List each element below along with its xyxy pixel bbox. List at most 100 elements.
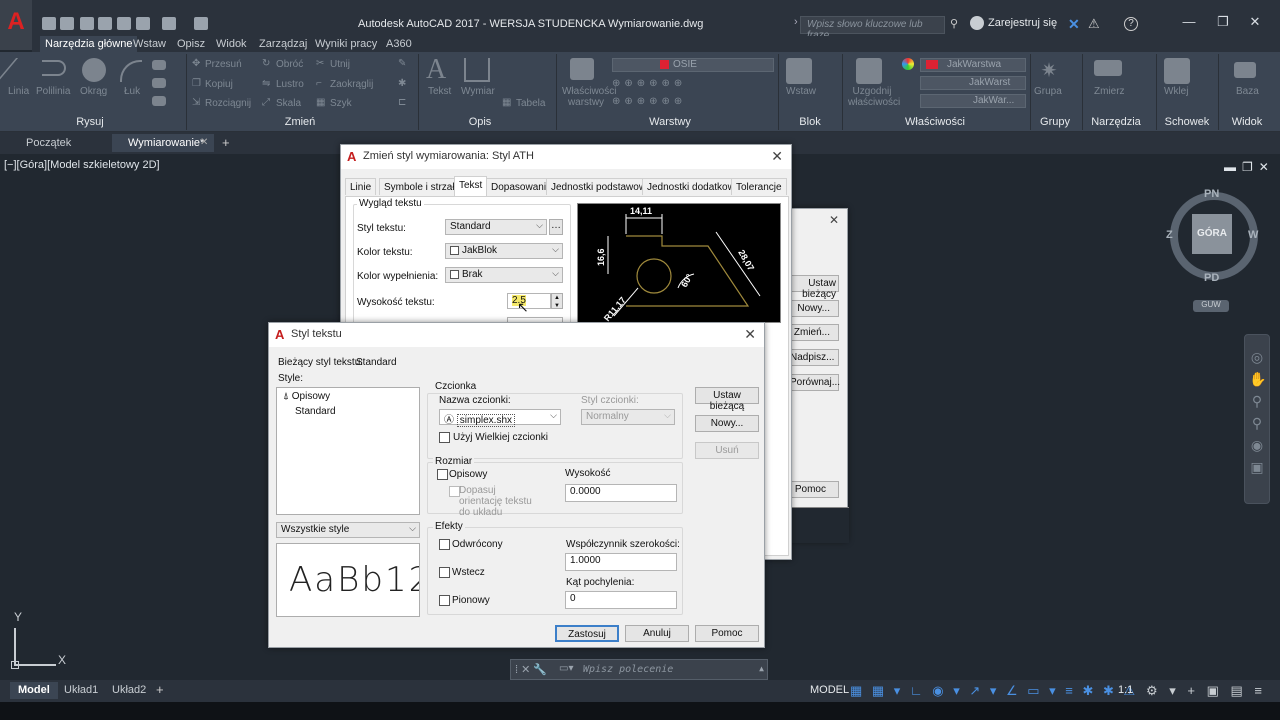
new-button[interactable]: Nowy... [789, 300, 839, 317]
tab-output[interactable]: Wyniki pracy [310, 36, 382, 52]
tab-layout1[interactable]: Układ1 [56, 682, 106, 699]
command-history-icon[interactable]: ▲ [759, 664, 764, 673]
copy-button[interactable]: Kopiuj [205, 79, 233, 90]
layer-tools-icon[interactable]: ⊕⊕⊕⊕⊕⊕ [612, 78, 686, 89]
text-style-combo[interactable]: Standard ⌵ [445, 219, 547, 235]
boundary-icon[interactable] [152, 96, 166, 106]
panel-utilities[interactable]: Narzędzia [1086, 116, 1146, 130]
tab-annotate[interactable]: Opisz [172, 36, 210, 52]
rotate-button[interactable]: Obróć [276, 59, 303, 70]
set-current-button[interactable]: Ustaw bieżącą [695, 387, 759, 412]
status-tools-icon[interactable]: ⚙ ▾ + ▣ ▤ ≡ [1146, 683, 1266, 699]
backwards-checkbox[interactable] [439, 567, 450, 578]
panel-view[interactable]: Widok [1220, 116, 1274, 130]
fillet-icon[interactable]: ⌐ [316, 78, 322, 89]
binoculars-icon[interactable]: ⚲ [950, 17, 964, 30]
linetype-dropdown[interactable]: JakWarst [920, 76, 1026, 90]
command-line-tools-icon[interactable]: ⁞ ✕ 🔧 [515, 663, 547, 676]
scale-button[interactable]: Skala [276, 98, 301, 109]
tab-layout2[interactable]: Układ2 [104, 682, 154, 699]
tab-start[interactable]: Początek [10, 134, 87, 152]
modify-button[interactable]: Zmień... [789, 324, 839, 341]
hatch-icon[interactable] [152, 78, 166, 88]
font-style-combo[interactable]: Normalny ⌵ [581, 409, 675, 425]
copy-icon[interactable]: ❐ [192, 78, 201, 89]
panel-modify[interactable]: Zmień [260, 116, 340, 130]
array-icon[interactable]: ▦ [316, 97, 325, 108]
stretch-button[interactable]: Rozciągnij [205, 98, 251, 109]
width-factor-input[interactable]: 1.0000 [565, 553, 677, 571]
panel-draw[interactable]: Rysuj [50, 116, 130, 130]
navigation-tools-icon[interactable]: ◎ ✋ ⚲ ⚲ ◉ ▣ [1249, 346, 1266, 478]
application-menu-button[interactable]: A [0, 0, 32, 50]
maximize-button[interactable]: ❐ [1208, 14, 1238, 34]
layer-tools-icon[interactable]: ⊕⊕⊕⊕⊕⊕ [612, 96, 686, 107]
open-icon[interactable] [60, 17, 74, 30]
explode-icon[interactable]: ✱ [398, 78, 406, 89]
panel-annotation[interactable]: Opis [440, 116, 520, 130]
tab-a360[interactable]: A360 [381, 36, 417, 52]
compass-west[interactable]: Z [1166, 229, 1173, 241]
viewcube-top[interactable]: GÓRA [1192, 214, 1232, 254]
dimension-icon[interactable] [464, 58, 490, 82]
tab-lines[interactable]: Linie [345, 178, 377, 195]
rotate-icon[interactable]: ↻ [262, 58, 270, 69]
new-style-button[interactable]: Nowy... [695, 415, 759, 432]
annotative-checkbox[interactable] [437, 469, 448, 480]
tab-insert[interactable]: Wstaw [128, 36, 171, 52]
tab-text[interactable]: Tekst [454, 176, 488, 196]
panel-block[interactable]: Blok [780, 116, 840, 130]
bigfont-checkbox[interactable] [439, 432, 450, 443]
wcs-menu[interactable]: GUW [1193, 300, 1229, 312]
save-as-icon[interactable] [98, 17, 112, 30]
paste-icon[interactable] [1164, 58, 1190, 84]
close-icon[interactable]: ✕ [744, 326, 756, 343]
erase-icon[interactable]: ✎ [398, 58, 406, 69]
close-window-button[interactable]: ✕ [1240, 14, 1270, 34]
measure-icon[interactable] [1094, 60, 1122, 76]
model-space-button[interactable]: MODEL [810, 684, 849, 696]
layer-properties-icon[interactable] [570, 58, 594, 80]
panel-clipboard[interactable]: Schowek [1160, 116, 1214, 130]
redo-icon[interactable] [162, 17, 176, 30]
stretch-icon[interactable]: ⇲ [192, 97, 200, 108]
tab-model[interactable]: Model [10, 682, 58, 699]
set-current-button[interactable]: Ustaw bieżący [789, 275, 839, 300]
print-icon[interactable] [117, 17, 131, 30]
layer-dropdown[interactable]: OSIE [612, 58, 774, 72]
text-color-combo[interactable]: JakBlok ⌵ [445, 243, 563, 259]
scale-icon[interactable]: ⤢ [262, 97, 270, 108]
sign-in-button[interactable]: Zarejestruj się [988, 17, 1057, 29]
circle-icon[interactable] [82, 58, 106, 82]
add-layout-icon[interactable]: + [156, 682, 164, 697]
text-height-input[interactable]: 2.5 [507, 293, 551, 309]
autodesk-icon[interactable]: ⚠ [1088, 16, 1100, 32]
fillet-button[interactable]: Zaokrąglij [330, 79, 373, 90]
close-icon[interactable]: ✕ [771, 148, 783, 165]
font-name-combo[interactable]: Ⓐ simplex.shx ⌵ [439, 409, 561, 427]
undo-icon[interactable] [136, 17, 150, 30]
panel-layers[interactable]: Warstwy [630, 116, 710, 130]
rectangle-icon[interactable] [152, 60, 166, 70]
new-tab-icon[interactable]: + [222, 135, 230, 150]
viewport-controls[interactable]: [−][Góra][Model szkieletowy 2D] [4, 159, 160, 171]
array-button[interactable]: Szyk [330, 98, 352, 109]
oblique-angle-input[interactable]: 0 [565, 591, 677, 609]
trim-button[interactable]: Utnij [330, 59, 350, 70]
annotation-scale[interactable]: 1:1 [1118, 684, 1133, 696]
workspace-icon[interactable] [194, 17, 208, 30]
tab-alternate-units[interactable]: Jednostki dodatkowe [642, 178, 746, 195]
move-icon[interactable]: ✥ [192, 58, 200, 69]
height-input[interactable]: 0.0000 [565, 484, 677, 502]
help-button[interactable]: Pomoc [789, 481, 839, 498]
lineweight-dropdown[interactable]: JakWar... [920, 94, 1026, 108]
search-input[interactable]: Wpisz słowo kluczowe lub frazę [800, 16, 945, 41]
exchange-icon[interactable]: ✕ [1068, 16, 1080, 33]
compass-north[interactable]: PN [1204, 188, 1219, 200]
text-icon[interactable]: A [426, 54, 446, 86]
tab-tolerances[interactable]: Tolerancje [731, 178, 787, 195]
list-item[interactable]: Standard [295, 406, 336, 417]
compare-button[interactable]: Porównaj... [789, 374, 840, 391]
compass-east[interactable]: W [1248, 229, 1258, 241]
offset-icon[interactable]: ⊏ [398, 97, 406, 108]
